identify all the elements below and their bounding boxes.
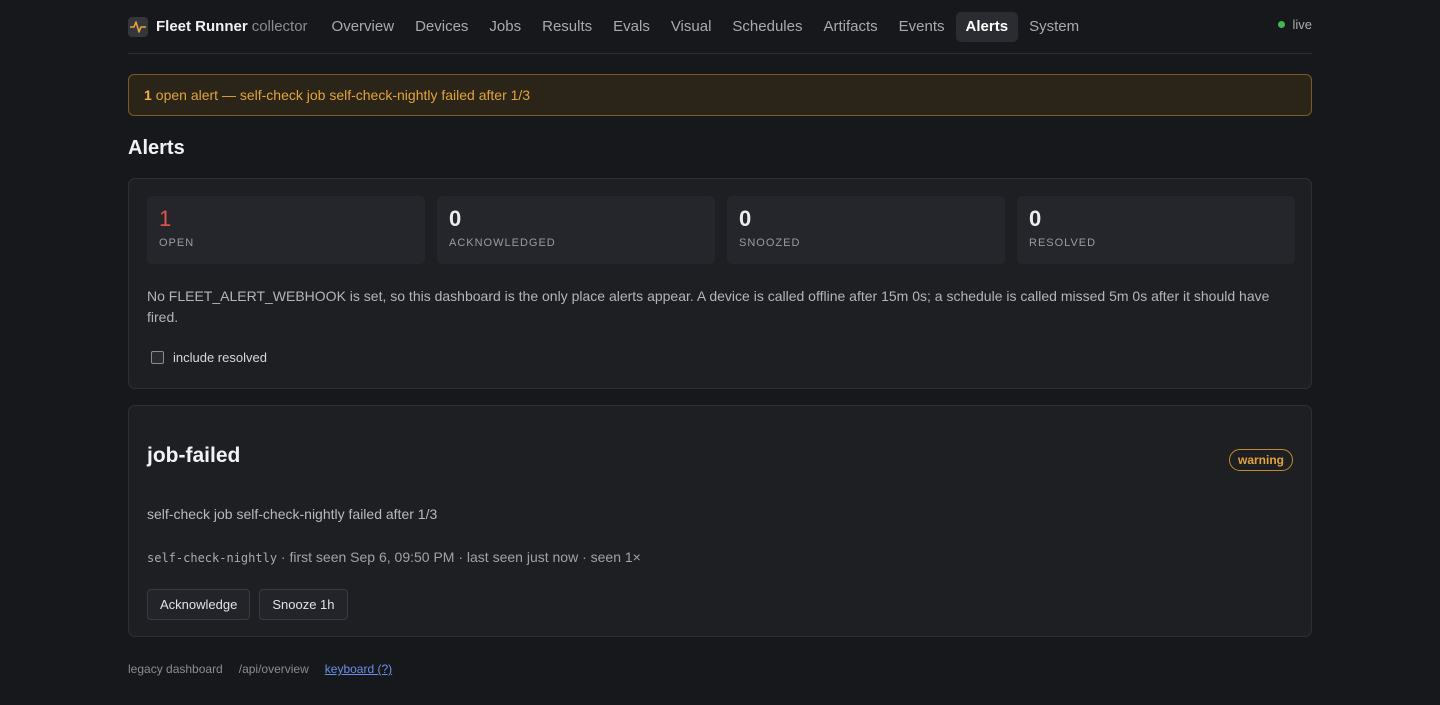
alert-summary-card: 1 OPEN 0 ACKNOWLEDGED 0 SNOOZED 0 RESOLV… bbox=[128, 178, 1312, 389]
include-resolved-label: include resolved bbox=[173, 350, 267, 365]
nav-item-evals[interactable]: Evals bbox=[603, 12, 660, 42]
pulse-icon bbox=[128, 16, 148, 37]
alert-message: self-check job self-check-nightly failed… bbox=[147, 506, 438, 522]
live-label: live bbox=[1292, 17, 1312, 32]
main-nav: Overview Devices Jobs Results Evals Visual Sch… bbox=[322, 11, 1091, 42]
nav-item-results[interactable]: Results bbox=[532, 12, 602, 42]
page: Fleet Runner collector Overview Devices Jo… bbox=[128, 0, 1312, 676]
stat-resolved: 0 RESOLVED bbox=[1017, 196, 1295, 264]
alert-meta: self-check-nightly · first seen Sep 6, 0… bbox=[147, 549, 641, 565]
stat-value: 0 bbox=[449, 206, 462, 231]
alert-actions: Acknowledge Snooze 1h bbox=[147, 589, 357, 620]
nav-item-events[interactable]: Events bbox=[889, 12, 955, 42]
banner-text: open alert — self-check job self-check-n… bbox=[155, 87, 531, 103]
alert-card: job-failed warning self-check job self-c… bbox=[128, 405, 1312, 637]
page-title: Alerts bbox=[128, 137, 185, 159]
top-nav: Fleet Runner collector Overview Devices Jo… bbox=[128, 0, 1312, 54]
nav-item-schedules[interactable]: Schedules bbox=[722, 12, 812, 42]
banner-count: 1 bbox=[144, 87, 152, 103]
api-overview-link[interactable]: /api/overview bbox=[239, 662, 309, 676]
nav-item-artifacts[interactable]: Artifacts bbox=[813, 12, 887, 42]
acknowledge-button[interactable]: Acknowledge bbox=[147, 589, 251, 620]
stat-value: 0 bbox=[739, 206, 752, 231]
status-dot-icon bbox=[1278, 21, 1286, 28]
stat-value: 0 bbox=[1029, 206, 1042, 231]
stats-row: 1 OPEN 0 ACKNOWLEDGED 0 SNOOZED 0 RESOLV… bbox=[147, 196, 1307, 264]
nav-item-system[interactable]: System bbox=[1019, 12, 1089, 42]
stat-acknowledged: 0 ACKNOWLEDGED bbox=[437, 196, 715, 264]
alert-title: job-failed bbox=[147, 444, 241, 467]
stat-open: 1 OPEN bbox=[147, 196, 425, 264]
snooze-button[interactable]: Snooze 1h bbox=[259, 589, 348, 620]
legacy-dashboard-link[interactable]: legacy dashboard bbox=[128, 662, 223, 676]
severity-badge: warning bbox=[1228, 449, 1293, 471]
include-resolved-toggle[interactable]: include resolved bbox=[151, 350, 267, 365]
nav-item-visual[interactable]: Visual bbox=[661, 12, 722, 42]
alert-meta-text: · first seen Sep 6, 09:50 PM · last seen… bbox=[277, 549, 641, 565]
live-status: live bbox=[1278, 17, 1312, 32]
nav-item-devices[interactable]: Devices bbox=[405, 12, 478, 42]
webhook-note: No FLEET_ALERT_WEBHOOK is set, so this d… bbox=[147, 288, 1270, 325]
include-resolved-checkbox[interactable] bbox=[151, 351, 164, 364]
stat-value: 1 bbox=[159, 206, 172, 231]
stat-label: RESOLVED bbox=[1029, 237, 1097, 249]
stat-label: SNOOZED bbox=[739, 237, 801, 249]
brand-name: Fleet Runner bbox=[156, 18, 248, 35]
brand-subtitle: collector bbox=[251, 18, 308, 35]
keyboard-shortcuts-link[interactable]: keyboard (?) bbox=[325, 662, 392, 676]
nav-item-jobs[interactable]: Jobs bbox=[479, 12, 531, 42]
stat-label: ACKNOWLEDGED bbox=[449, 237, 556, 249]
alert-job-code: self-check-nightly bbox=[147, 551, 278, 565]
alert-banner: 1 open alert — self-check job self-check… bbox=[128, 74, 1312, 116]
stat-snoozed: 0 SNOOZED bbox=[727, 196, 1005, 264]
brand[interactable]: Fleet Runner collector bbox=[128, 16, 308, 37]
nav-item-overview[interactable]: Overview bbox=[322, 12, 405, 42]
nav-item-alerts[interactable]: Alerts bbox=[955, 11, 1019, 42]
stat-label: OPEN bbox=[159, 237, 195, 249]
footer: legacy dashboard /api/overview keyboard … bbox=[128, 662, 408, 676]
